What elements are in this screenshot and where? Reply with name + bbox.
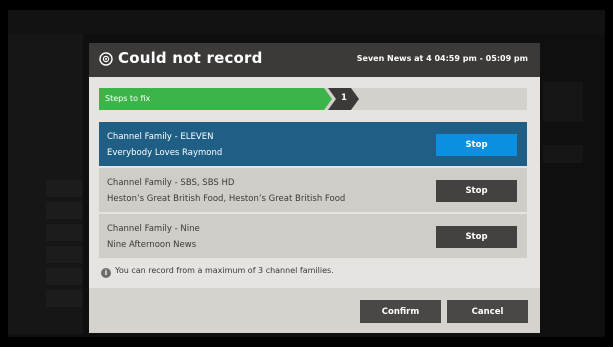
- conflict-row-sbs[interactable]: Channel Family - SBS, SBS HD Heston’s Gr…: [99, 168, 527, 212]
- channel-family-label: Channel Family - Nine: [107, 224, 200, 234]
- program-label: Everybody Loves Raymond: [107, 148, 223, 158]
- background-guide-cell: [46, 290, 82, 307]
- background-guide-cell: [543, 145, 583, 163]
- could-not-record-dialog: Could not record Seven News at 4 04:59 p…: [89, 43, 540, 333]
- cancel-button[interactable]: Cancel: [447, 300, 528, 323]
- stop-button[interactable]: Stop: [436, 180, 517, 202]
- background-guide-cell: [46, 180, 82, 197]
- channel-family-label: Channel Family - SBS, SBS HD: [107, 178, 235, 188]
- conflict-row-nine[interactable]: Channel Family - Nine Nine Afternoon New…: [99, 214, 527, 258]
- stop-button[interactable]: Stop: [436, 226, 517, 248]
- info-icon: i: [101, 268, 111, 278]
- background-guide-cell: [46, 268, 82, 285]
- steps-progress: Steps to fix 1: [99, 88, 527, 110]
- program-label: Heston’s Great British Food, Heston’s Gr…: [107, 194, 346, 204]
- stop-button[interactable]: Stop: [436, 134, 517, 156]
- info-text: You can record from a maximum of 3 chann…: [115, 266, 334, 275]
- record-icon: [99, 52, 113, 66]
- background-guide-cell: [46, 246, 82, 263]
- background-guide-cell: [46, 202, 82, 219]
- step-number: 1: [341, 93, 347, 103]
- conflict-row-eleven[interactable]: Channel Family - ELEVEN Everybody Loves …: [99, 122, 527, 166]
- dialog-header: Could not record Seven News at 4 04:59 p…: [89, 43, 540, 77]
- info-message: i You can record from a maximum of 3 chan…: [101, 266, 334, 278]
- steps-label: Steps to fix: [105, 94, 151, 103]
- background-guide-cell: [543, 82, 583, 122]
- background-guide-cell: [46, 224, 82, 241]
- dialog-title: Could not record: [118, 49, 263, 67]
- background-guide-header: [8, 10, 605, 34]
- channel-family-label: Channel Family - ELEVEN: [107, 132, 214, 142]
- confirm-button[interactable]: Confirm: [360, 300, 441, 323]
- dialog-footer: Confirm Cancel: [89, 288, 540, 333]
- program-time: Seven News at 4 04:59 pm - 05:09 pm: [356, 54, 528, 63]
- program-label: Nine Afternoon News: [107, 240, 197, 250]
